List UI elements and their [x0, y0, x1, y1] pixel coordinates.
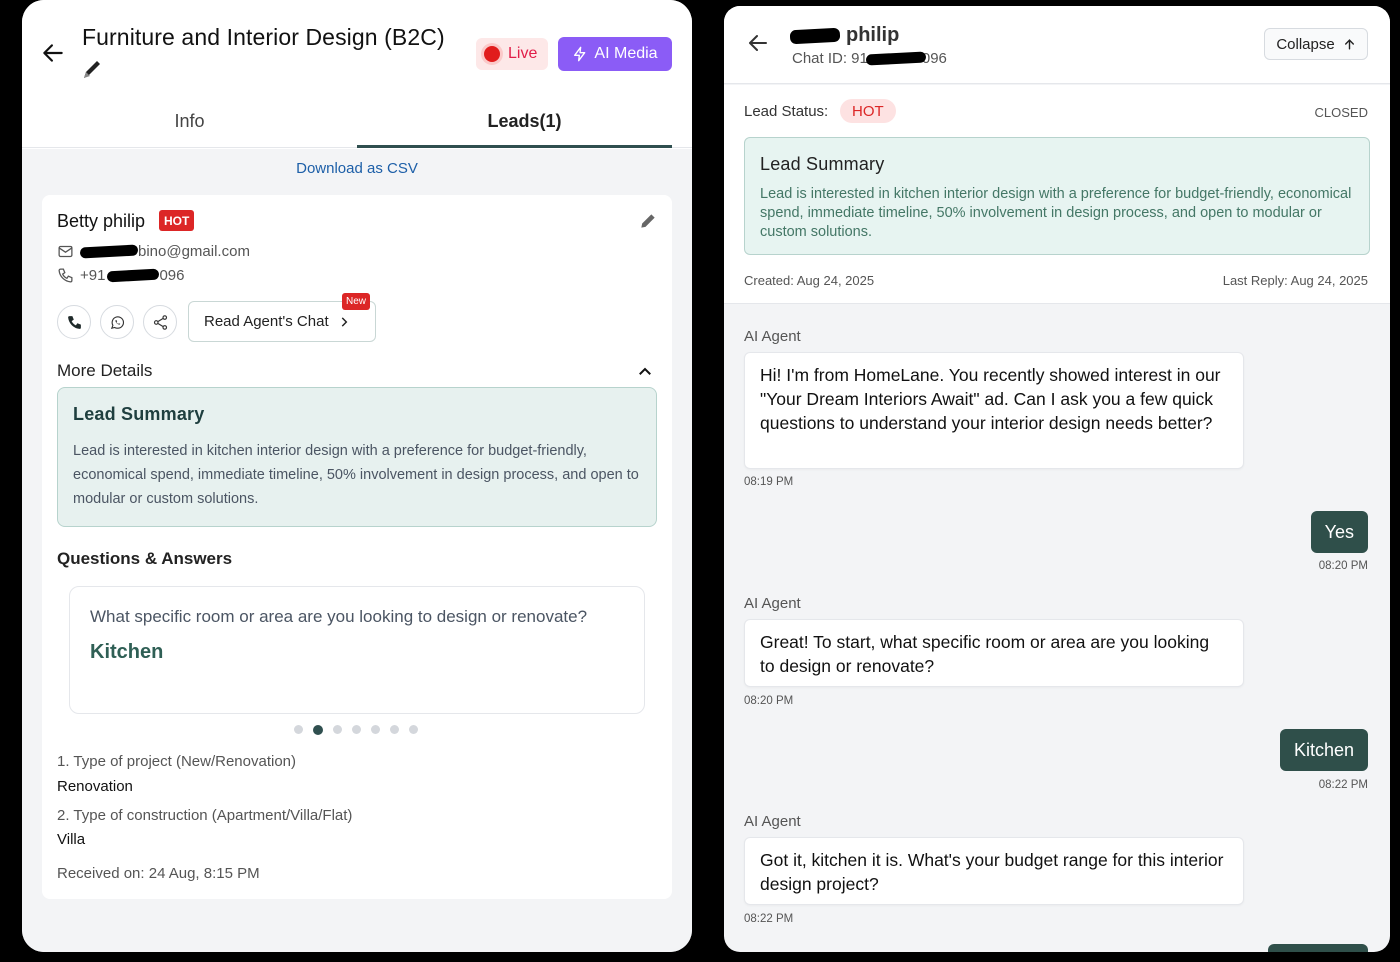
redacted-email — [79, 244, 139, 259]
sender-label: AI Agent — [744, 813, 801, 830]
pencil-icon[interactable] — [80, 58, 104, 82]
qa-answer: Kitchen — [90, 641, 164, 663]
chat-header: philip Chat ID: 91 096 Collapse — [724, 6, 1390, 84]
carousel-dot[interactable] — [409, 725, 418, 734]
lead-status-pill: HOT — [840, 99, 896, 123]
user-message: Yes — [1310, 511, 1368, 553]
detail-answer: Renovation — [57, 778, 133, 795]
lead-phone: +91 096 — [57, 267, 184, 284]
tab-leads[interactable]: Leads(1) — [357, 96, 692, 148]
ai-media-label: AI Media — [594, 45, 658, 62]
tab-info[interactable]: Info — [22, 96, 357, 147]
chat-lead-summary-box: Lead Summary Lead is interested in kitch… — [744, 137, 1370, 255]
contact-name-text: philip — [846, 24, 900, 46]
chat-summary-title: Lead Summary — [760, 154, 885, 174]
carousel-dot-active[interactable] — [313, 725, 323, 735]
arrow-up-icon — [1344, 38, 1354, 50]
chevron-up-icon[interactable] — [636, 363, 654, 381]
phone-icon — [67, 315, 81, 329]
share-icon — [153, 314, 167, 330]
qa-question: What specific room or area are you looki… — [90, 607, 588, 626]
lead-summary-box: Lead Summary Lead is interested in kitch… — [57, 387, 657, 527]
collapse-button[interactable]: Collapse — [1264, 28, 1368, 60]
phone-prefix: +91 — [80, 267, 106, 284]
last-reply-date: Last Reply: Aug 24, 2025 — [1222, 273, 1368, 288]
closed-label: CLOSED — [1314, 105, 1368, 120]
qa-heading: Questions & Answers — [57, 549, 233, 568]
mail-icon — [58, 245, 73, 258]
lead-name: Betty philip — [57, 211, 146, 231]
call-button[interactable] — [57, 305, 91, 339]
lead-email: bino@gmail.com — [57, 243, 250, 260]
campaign-header: Furniture and Interior Design (B2C) Live… — [22, 0, 692, 148]
agent-message: Hi! I'm from HomeLane. You recently show… — [744, 352, 1244, 469]
more-details-heading[interactable]: More Details — [57, 361, 152, 381]
live-label: Live — [508, 45, 538, 62]
new-badge: New — [342, 293, 371, 310]
detail-question: 1. Type of project (New/Renovation) — [57, 753, 297, 770]
tab-bar: Info Leads(1) — [22, 96, 692, 148]
collapse-label: Collapse — [1276, 35, 1335, 53]
agent-chat-panel: philip Chat ID: 91 096 Collapse Lead Sta… — [724, 6, 1390, 952]
whatsapp-icon — [110, 315, 124, 329]
carousel-dot[interactable] — [352, 725, 361, 734]
chat-id-prefix: Chat ID: 91 — [792, 50, 868, 67]
detail-question: 2. Type of construction (Apartment/Villa… — [57, 807, 353, 824]
agent-message: Got it, kitchen it is. What's your budge… — [744, 837, 1244, 905]
sender-label: AI Agent — [744, 595, 801, 612]
hot-badge: HOT — [159, 210, 195, 231]
back-arrow-icon[interactable] — [746, 31, 770, 55]
live-status-badge: Live — [476, 38, 548, 70]
live-dot-icon — [484, 46, 500, 62]
lightning-icon — [574, 46, 586, 62]
download-csv-link[interactable]: Download as CSV — [22, 160, 692, 177]
lead-status-section: Lead Status: HOT CLOSED Lead Summary Lea… — [724, 85, 1390, 304]
carousel-dot[interactable] — [333, 725, 342, 734]
message-time: 08:20 PM — [1318, 560, 1368, 572]
created-date: Created: Aug 24, 2025 — [744, 273, 875, 288]
lead-detail-panel: Furniture and Interior Design (B2C) Live… — [22, 0, 692, 952]
detail-answer: Villa — [57, 831, 86, 848]
redacted-name — [789, 27, 841, 44]
share-button[interactable] — [143, 305, 177, 339]
carousel-dot[interactable] — [294, 725, 303, 734]
leads-list: Download as CSV Betty philip HOT bino@gm… — [22, 149, 692, 952]
redacted-chat-id — [865, 51, 927, 66]
received-timestamp: Received on: 24 Aug, 8:15 PM — [57, 865, 260, 882]
chevron-right-icon — [341, 316, 347, 327]
lead-summary-text: Lead is interested in kitchen interior d… — [73, 443, 639, 507]
lead-summary-title: Lead Summary — [73, 404, 205, 424]
sender-label: AI Agent — [744, 328, 801, 345]
message-time: 08:20 PM — [744, 695, 794, 707]
message-time: 08:22 PM — [1318, 779, 1368, 791]
whatsapp-button[interactable] — [100, 305, 134, 339]
carousel-dots — [294, 725, 418, 735]
redacted-phone — [107, 268, 160, 283]
edit-pencil-icon[interactable] — [638, 211, 658, 231]
message-time: 08:19 PM — [744, 476, 794, 488]
qa-card[interactable]: What specific room or area are you looki… — [69, 586, 645, 714]
phone-outline-icon — [58, 268, 73, 283]
message-time: 08:22 PM — [744, 913, 794, 925]
email-text: bino@gmail.com — [138, 243, 250, 260]
ai-media-button[interactable]: AI Media — [558, 37, 672, 71]
lead-status-label: Lead Status: — [744, 103, 829, 120]
carousel-dot[interactable] — [390, 725, 399, 734]
read-chat-label: Read Agent's Chat — [204, 313, 329, 330]
chat-summary-text: Lead is interested in kitchen interior d… — [760, 186, 1352, 240]
chat-contact-name: philip — [789, 24, 900, 47]
back-arrow-icon[interactable] — [40, 40, 66, 66]
campaign-title: Furniture and Interior Design (B2C) — [82, 24, 445, 50]
carousel-dot[interactable] — [371, 725, 380, 734]
agent-message: Great! To start, what specific room or a… — [744, 619, 1244, 687]
phone-suffix: 096 — [159, 267, 185, 284]
next-user-message-peek — [1268, 944, 1368, 952]
lead-card: Betty philip HOT bino@gmail.com +91 096 — [42, 195, 672, 899]
user-message: Kitchen — [1279, 729, 1368, 771]
chat-id: Chat ID: 91 096 — [792, 50, 947, 67]
